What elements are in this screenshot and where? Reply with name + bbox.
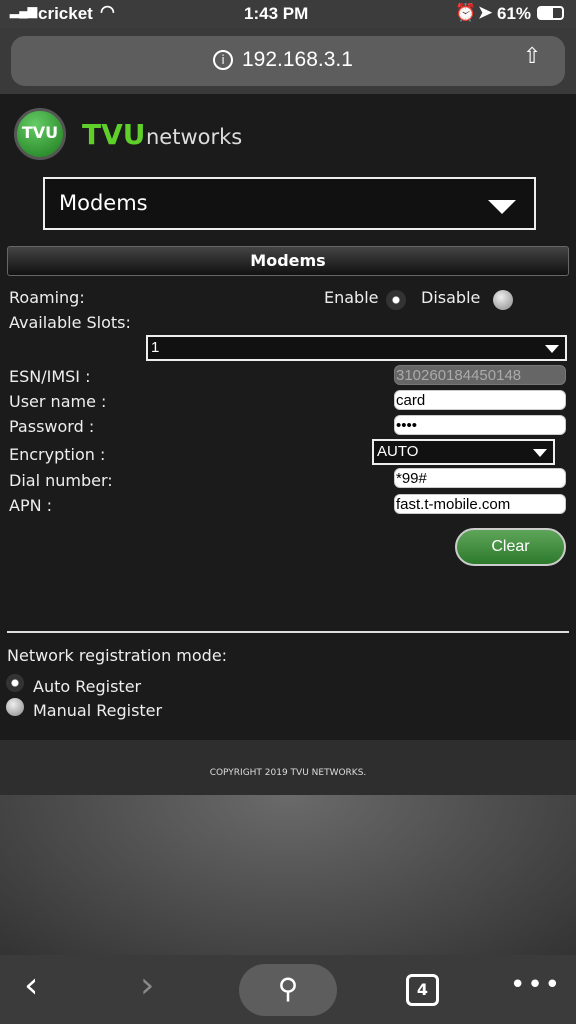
- encryption-value: AUTO: [377, 443, 419, 460]
- roaming-disable-radio[interactable]: [493, 290, 513, 310]
- url-text[interactable]: 192.168.3.1: [242, 48, 353, 72]
- clear-button[interactable]: Clear: [455, 528, 566, 566]
- username-field[interactable]: card: [394, 390, 566, 410]
- password-field[interactable]: ••••: [394, 415, 566, 435]
- browser-toolbar: ‹ › ⚲ 4 •••: [0, 955, 576, 1024]
- share-icon[interactable]: ⇧: [523, 44, 541, 69]
- menu-select-value: Modems: [59, 191, 148, 215]
- tvu-logo-icon: TVU: [14, 108, 66, 160]
- search-icon[interactable]: ⚲: [239, 964, 337, 1016]
- menu-select[interactable]: Modems: [43, 177, 536, 230]
- brand-suffix: networks: [146, 125, 243, 149]
- manual-register-radio[interactable]: [6, 698, 24, 716]
- location-icon: ➤: [478, 3, 493, 22]
- roaming-disable-label: Disable: [421, 288, 481, 307]
- carrier: cricket: [38, 4, 93, 23]
- wifi-icon: ◠: [100, 2, 115, 21]
- esn-label: ESN/IMSI :: [9, 367, 91, 386]
- slots-value: 1: [151, 339, 160, 356]
- auto-register-label: Auto Register: [33, 677, 142, 696]
- esn-field: 310260184450148: [394, 365, 566, 385]
- brand-name: TVU: [82, 118, 146, 151]
- roaming-label: Roaming:: [9, 288, 85, 307]
- slots-label: Available Slots:: [9, 313, 131, 332]
- manual-register-label: Manual Register: [33, 701, 163, 720]
- chevron-down-icon: [533, 449, 547, 457]
- auto-register-radio[interactable]: [6, 674, 24, 692]
- battery-percent: 61%: [497, 4, 532, 23]
- roaming-enable-radio[interactable]: [386, 290, 406, 310]
- divider: [7, 631, 569, 633]
- username-label: User name :: [9, 392, 107, 411]
- forward-icon[interactable]: ›: [140, 965, 154, 1006]
- status-bar: ▂▄▆ cricket ◠ 1:43 PM ⏰ ➤ 61%: [0, 0, 576, 28]
- apn-label: APN :: [9, 496, 53, 515]
- clock: 1:43 PM: [244, 4, 309, 23]
- chevron-down-icon: [545, 345, 559, 353]
- apn-field[interactable]: fast.t-mobile.com: [394, 494, 566, 514]
- footer-copyright: COPYRIGHT 2019 TVU NETWORKS.: [0, 740, 576, 795]
- dial-field[interactable]: *99#: [394, 468, 566, 488]
- section-header: Modems: [7, 246, 569, 276]
- password-label: Password :: [9, 417, 95, 436]
- dial-label: Dial number:: [9, 471, 113, 490]
- alarm-icon: ⏰: [455, 3, 477, 22]
- encryption-label: Encryption :: [9, 445, 106, 464]
- roaming-enable-label: Enable: [324, 288, 379, 307]
- web-page: TVU TVU networks Modems Modems Roaming: …: [0, 94, 576, 740]
- info-icon[interactable]: i: [213, 50, 233, 70]
- tabs-button[interactable]: 4: [406, 974, 439, 1006]
- page-background: [0, 795, 576, 955]
- more-icon[interactable]: •••: [510, 970, 562, 1000]
- registration-label: Network registration mode:: [7, 646, 228, 665]
- battery-icon: [537, 6, 564, 20]
- back-icon[interactable]: ‹: [24, 965, 38, 1006]
- encryption-select[interactable]: AUTO: [372, 439, 555, 465]
- address-bar[interactable]: i 192.168.3.1 ⇧: [11, 36, 565, 86]
- signal-icon: ▂▄▆: [10, 4, 37, 18]
- chevron-down-icon: [488, 200, 516, 214]
- slots-select[interactable]: 1: [146, 335, 567, 361]
